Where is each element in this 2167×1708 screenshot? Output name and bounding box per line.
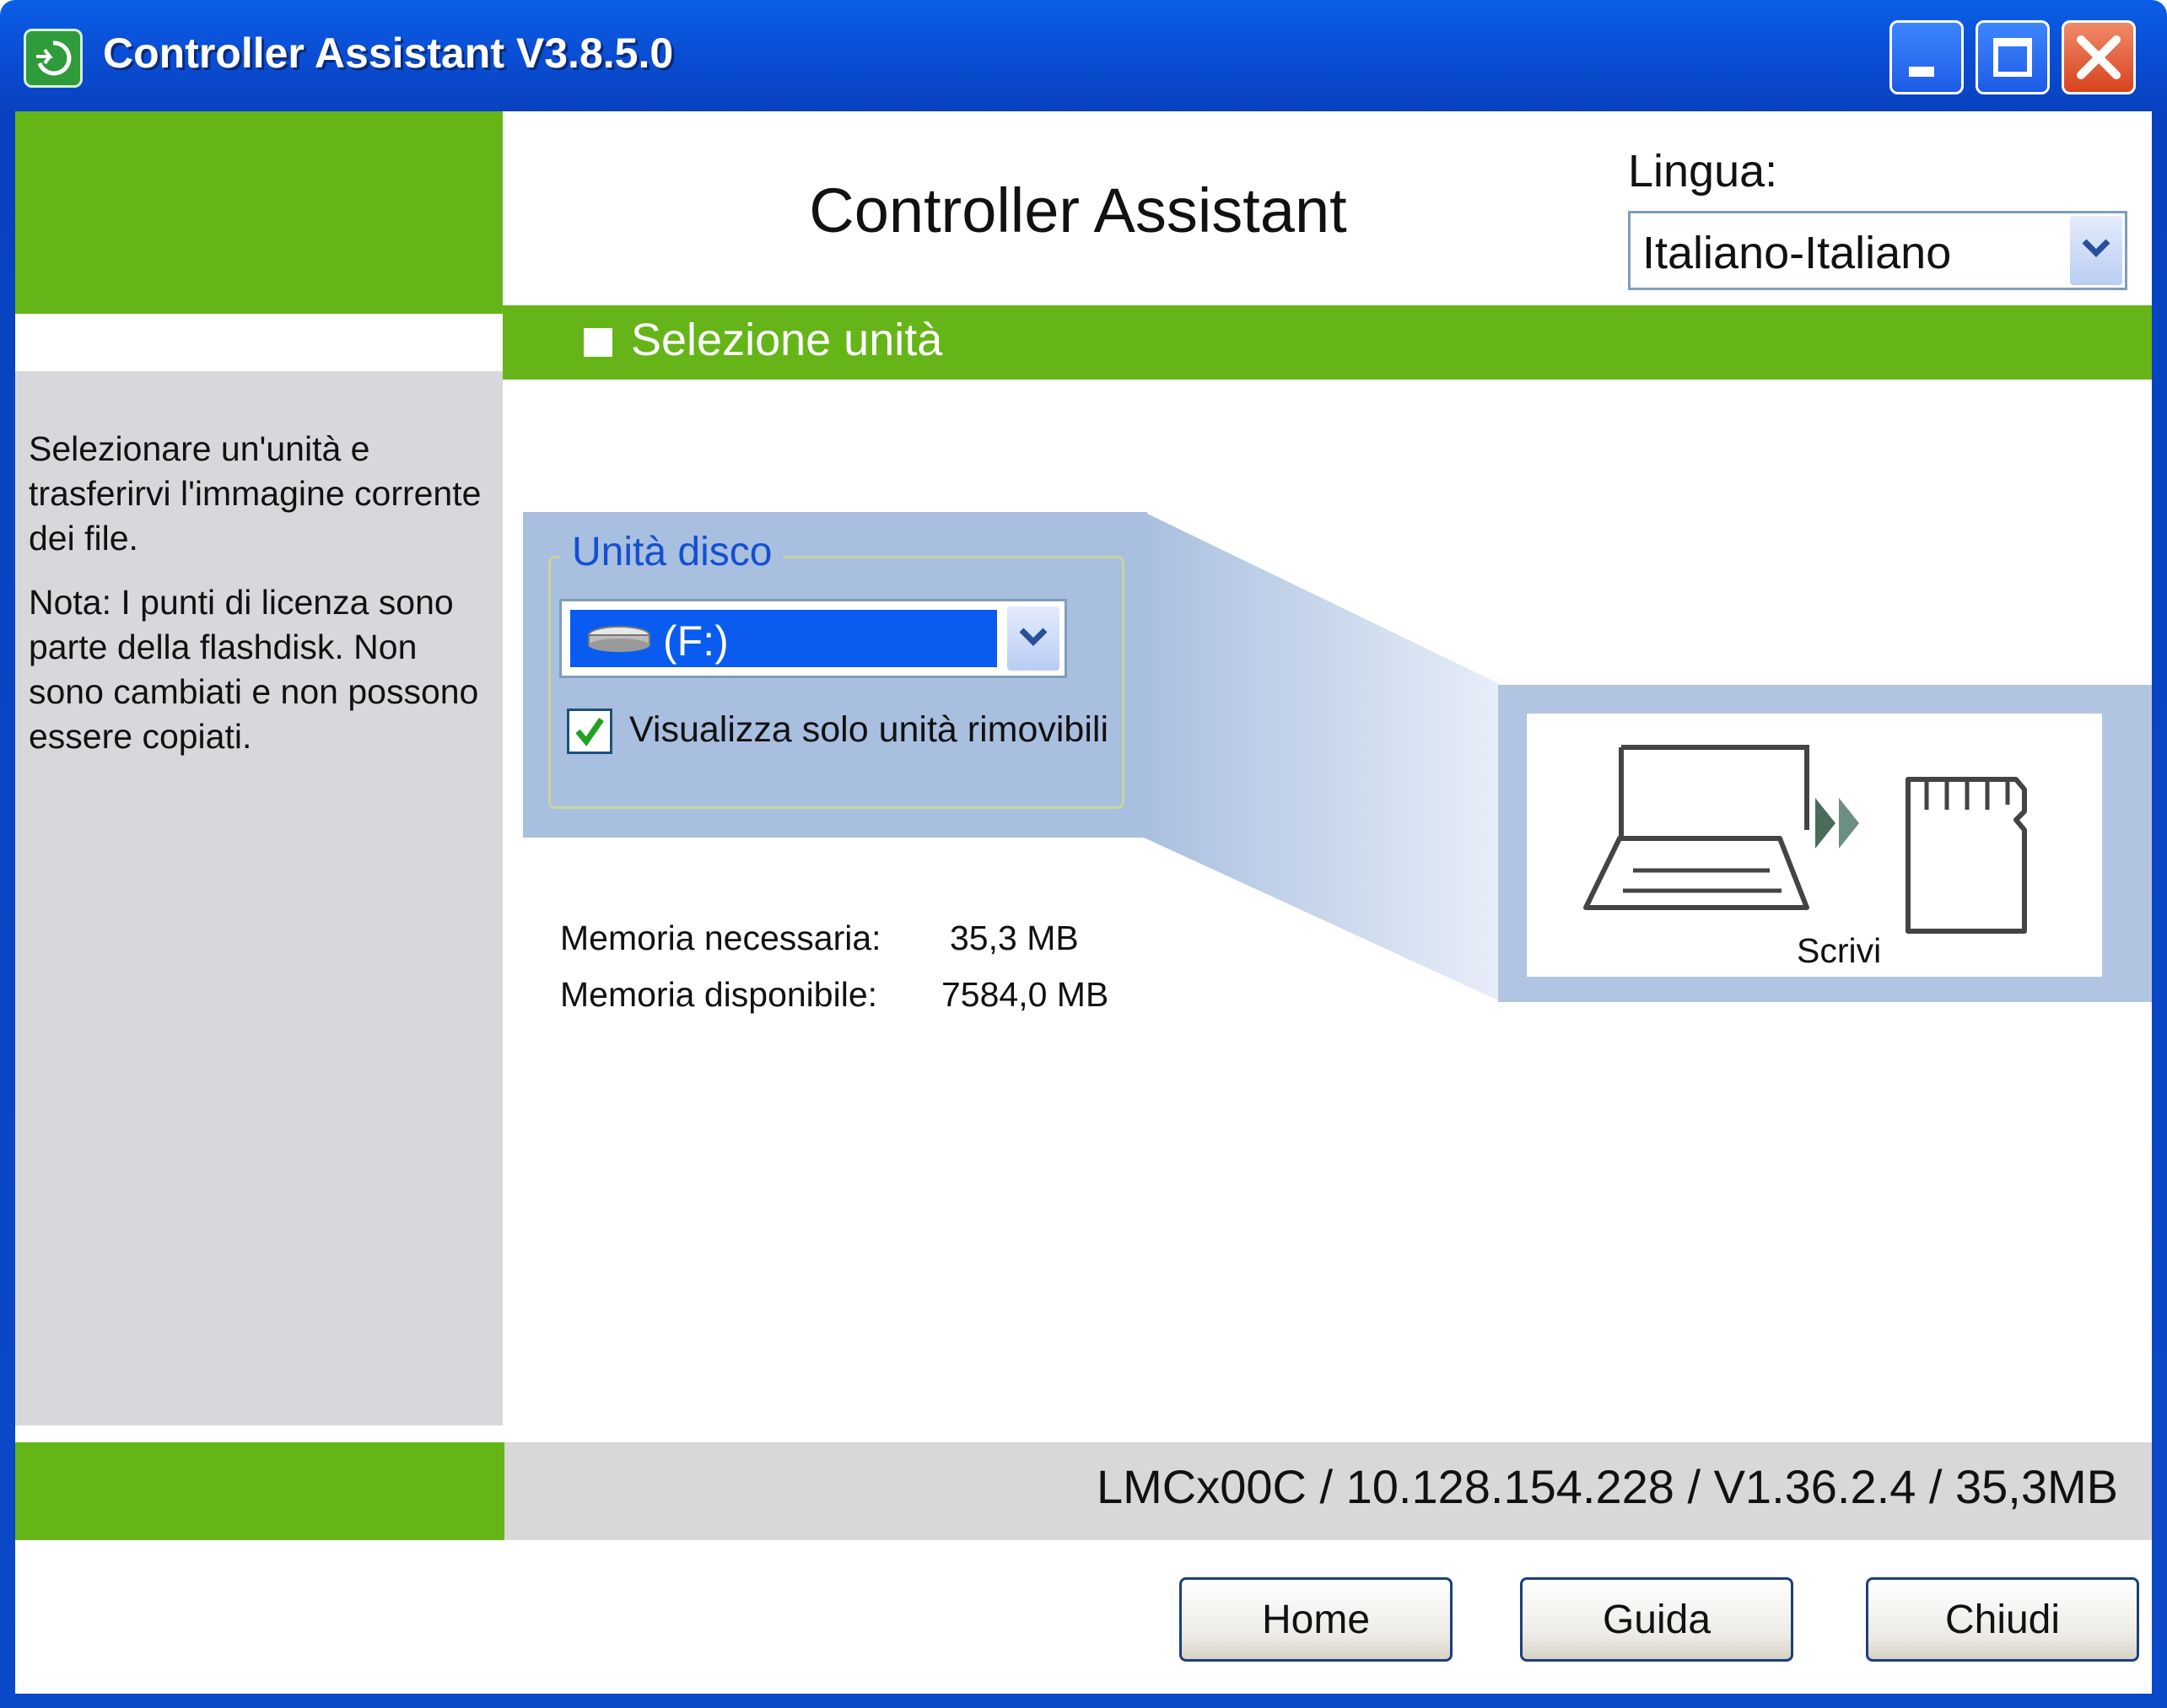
drive-groupbox — [548, 556, 1124, 809]
write-illustration-panel: Scrivi — [1498, 685, 2152, 1002]
close-button[interactable]: Chiudi — [1866, 1577, 2139, 1662]
home-button[interactable]: Home — [1179, 1577, 1453, 1662]
sd-card-icon — [1906, 777, 2027, 934]
removable-only-label[interactable]: Visualizza solo unità rimovibili — [629, 709, 1108, 751]
minimize-icon — [1909, 67, 1934, 77]
drive-selected-item: (F:) — [570, 610, 997, 667]
write-illustration: Scrivi — [1527, 714, 2102, 977]
close-window-button[interactable] — [2062, 20, 2136, 94]
drive-selected-label: (F:) — [663, 617, 729, 665]
drive-selection-panel: Unità disco (F:) Visualizza solo unità r… — [523, 512, 1147, 838]
forward-arrows-icon — [1815, 798, 1859, 849]
write-label: Scrivi — [1797, 931, 1882, 970]
window-title: Controller Assistant V3.8.5.0 — [103, 30, 674, 77]
status-text: LMCx00C / 10.128.154.228 / V1.36.2.4 / 3… — [1097, 1460, 2118, 1513]
laptop-icon — [1583, 745, 1809, 910]
app-icon — [24, 29, 83, 88]
drive-dropdown-button[interactable] — [1007, 606, 1059, 671]
help-button[interactable]: Guida — [1520, 1577, 1793, 1662]
maximize-button[interactable] — [1976, 20, 2050, 94]
memory-available-value: 7584,0 MB — [941, 975, 1109, 1014]
close-icon — [2077, 35, 2121, 79]
drive-select[interactable]: (F:) — [562, 601, 1065, 676]
client-area: Controller Assistant Lingua: Italiano-It… — [15, 111, 2152, 1694]
title-bar[interactable]: Controller Assistant V3.8.5.0 — [0, 0, 2167, 111]
drive-icon — [588, 626, 650, 652]
memory-required-label: Memoria necessaria: — [560, 919, 881, 957]
status-bar: LMCx00C / 10.128.154.228 / V1.36.2.4 / 3… — [504, 1442, 2152, 1540]
memory-available-label: Memoria disponibile: — [560, 975, 878, 1014]
memory-required-value: 35,3 MB — [950, 919, 1079, 957]
removable-only-checkbox[interactable] — [567, 709, 612, 754]
minimize-button[interactable] — [1889, 20, 1964, 94]
checkmark-icon — [575, 718, 604, 746]
status-green-block — [15, 1442, 504, 1540]
application-window: Controller Assistant V3.8.5.0 Controller… — [0, 0, 2167, 1708]
maximize-icon — [1993, 38, 2032, 77]
chevron-down-icon — [1019, 628, 1048, 646]
drive-group-label: Unità disco — [560, 529, 784, 575]
